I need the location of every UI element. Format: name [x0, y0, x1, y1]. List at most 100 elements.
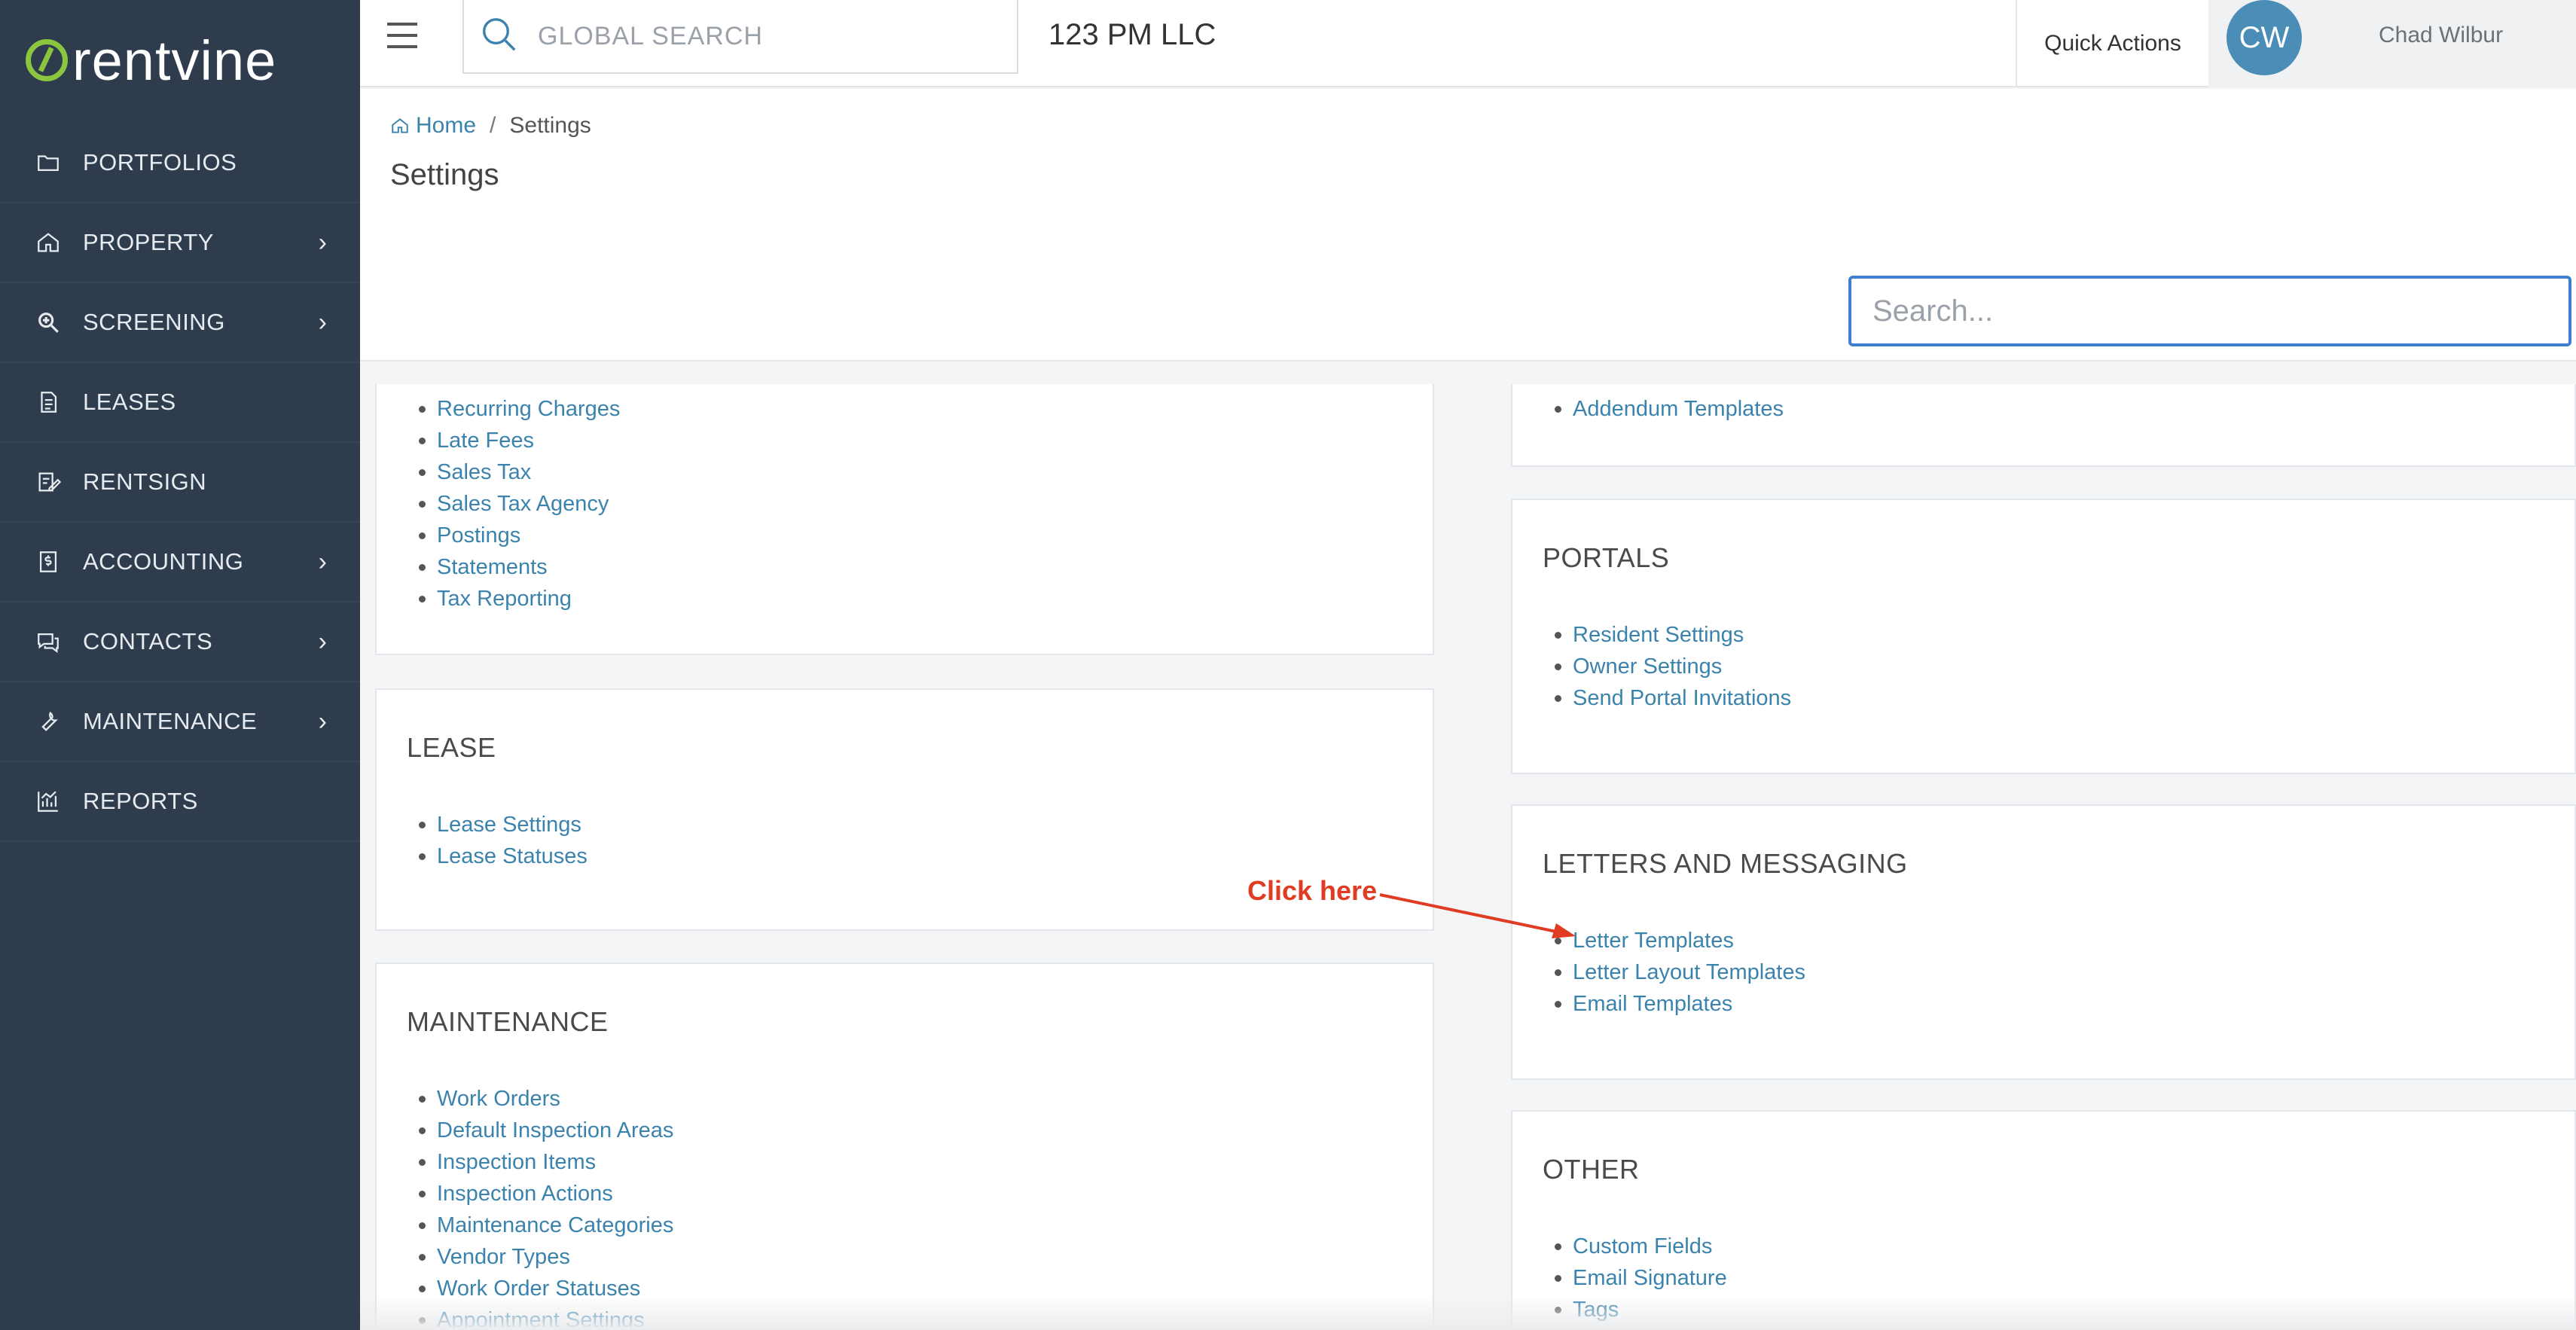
dollar-file-icon [35, 548, 62, 575]
chat-icon [35, 628, 62, 655]
sidebar: rentvine PORTFOLIOS PROPERTY › SCREENING… [0, 0, 360, 1330]
link-list: Work Orders Default Inspection Areas Ins… [418, 1083, 673, 1330]
link-list: Lease Settings Lease Statuses [419, 809, 588, 872]
sidebar-item-label: LEASES [83, 389, 176, 415]
top-bar: GLOBAL SEARCH 123 PM LLC Quick Actions C… [360, 0, 2576, 87]
link-late-fees[interactable]: Late Fees [418, 425, 620, 456]
search-plus-icon [35, 309, 62, 336]
sidebar-item-label: ACCOUNTING [83, 548, 244, 575]
logo-text: rentvine [72, 29, 277, 92]
link-email-templates[interactable]: Email Templates [1555, 988, 1805, 1020]
settings-card-accounting: Recurring Charges Late Fees Sales Tax Sa… [375, 384, 1434, 655]
link-tags[interactable]: Tags [1555, 1294, 1727, 1325]
sign-icon [35, 468, 62, 496]
link-owner-settings[interactable]: Owner Settings [1554, 651, 1791, 682]
sidebar-item-label: MAINTENANCE [83, 708, 258, 734]
card-title: OTHER [1543, 1154, 1640, 1185]
sidebar-item-accounting[interactable]: ACCOUNTING › [0, 523, 360, 602]
link-letter-layout-templates[interactable]: Letter Layout Templates [1555, 956, 1805, 988]
link-resident-settings[interactable]: Resident Settings [1554, 619, 1791, 651]
link-list: Letter Templates Letter Layout Templates… [1555, 925, 1805, 1020]
breadcrumb: Home / Settings [390, 113, 591, 139]
sidebar-item-portfolios[interactable]: PORTFOLIOS [0, 124, 360, 203]
user-name[interactable]: Chad Wilbur [2379, 23, 2503, 48]
sidebar-item-property[interactable]: PROPERTY › [0, 203, 360, 283]
link-recurring-charges[interactable]: Recurring Charges [418, 393, 620, 425]
folder-icon [35, 149, 62, 176]
settings-card-other: OTHER Custom Fields Email Signature Tags [1511, 1110, 2576, 1330]
breadcrumb-current: Settings [509, 113, 591, 138]
link-lease-settings[interactable]: Lease Settings [419, 809, 588, 840]
breadcrumb-home-link[interactable]: Home [390, 113, 476, 139]
link-tax-reporting[interactable]: Tax Reporting [418, 583, 620, 615]
sidebar-item-label: RENTSIGN [83, 468, 207, 495]
page-header: Home / Settings Settings [360, 89, 2576, 361]
rentvine-logo[interactable]: rentvine [26, 29, 276, 92]
card-title: MAINTENANCE [407, 1006, 609, 1037]
sidebar-item-label: PORTFOLIOS [83, 149, 237, 175]
global-search-placeholder: GLOBAL SEARCH [538, 21, 763, 50]
wrench-icon [35, 708, 62, 735]
home-icon [35, 229, 62, 256]
chevron-right-icon: › [318, 547, 327, 576]
settings-card-addendum: Addendum Templates [1511, 384, 2576, 467]
card-title: LEASE [407, 732, 496, 763]
link-lease-statuses[interactable]: Lease Statuses [419, 840, 588, 872]
link-work-order-statuses[interactable]: Work Order Statuses [418, 1273, 673, 1304]
link-sales-tax-agency[interactable]: Sales Tax Agency [418, 488, 620, 520]
link-postings[interactable]: Postings [418, 520, 620, 551]
sidebar-item-rentsign[interactable]: RENTSIGN [0, 443, 360, 523]
link-list: Custom Fields Email Signature Tags [1555, 1231, 1727, 1325]
quick-actions-button[interactable]: Quick Actions [2016, 0, 2208, 87]
sidebar-item-maintenance[interactable]: MAINTENANCE › [0, 682, 360, 762]
sidebar-item-label: PROPERTY [83, 229, 214, 255]
card-title: LETTERS AND MESSAGING [1543, 848, 1908, 879]
link-send-portal-invitations[interactable]: Send Portal Invitations [1554, 682, 1791, 714]
home-icon [392, 118, 408, 133]
sidebar-item-label: SCREENING [83, 309, 225, 335]
sidebar-item-reports[interactable]: REPORTS [0, 762, 360, 842]
click-here-annotation: Click here [1247, 875, 1378, 906]
sidebar-item-label: REPORTS [83, 788, 198, 814]
document-icon [35, 389, 62, 416]
link-vendor-types[interactable]: Vendor Types [418, 1241, 673, 1273]
link-appointment-settings[interactable]: Appointment Settings [418, 1304, 673, 1330]
settings-search-input[interactable] [1848, 276, 2571, 346]
menu-icon[interactable] [387, 23, 417, 48]
link-inspection-items[interactable]: Inspection Items [418, 1146, 673, 1178]
link-list: Addendum Templates [1555, 393, 1784, 425]
page-title: Settings [390, 158, 499, 191]
link-statements[interactable]: Statements [418, 551, 620, 583]
chevron-right-icon: › [318, 227, 327, 257]
search-icon [479, 14, 520, 59]
breadcrumb-separator: / [490, 113, 496, 138]
settings-card-letters-and-messaging: LETTERS AND MESSAGING Letter Templates L… [1511, 804, 2576, 1080]
leaf-icon [26, 39, 68, 81]
avatar[interactable]: CW [2227, 0, 2302, 75]
link-work-orders[interactable]: Work Orders [418, 1083, 673, 1115]
sidebar-item-label: CONTACTS [83, 628, 213, 654]
link-list: Resident Settings Owner Settings Send Po… [1554, 619, 1791, 714]
sidebar-item-contacts[interactable]: CONTACTS › [0, 602, 360, 682]
chevron-right-icon: › [318, 706, 327, 736]
settings-card-maintenance: MAINTENANCE Work Orders Default Inspecti… [375, 962, 1434, 1330]
global-search-input[interactable]: GLOBAL SEARCH [462, 0, 1018, 74]
sidebar-item-screening[interactable]: SCREENING › [0, 283, 360, 363]
link-inspection-actions[interactable]: Inspection Actions [418, 1178, 673, 1210]
link-email-signature[interactable]: Email Signature [1555, 1262, 1727, 1294]
link-maintenance-categories[interactable]: Maintenance Categories [418, 1210, 673, 1241]
settings-content[interactable]: Recurring Charges Late Fees Sales Tax Sa… [360, 384, 2576, 1330]
sidebar-nav: PORTFOLIOS PROPERTY › SCREENING › LEASES [0, 124, 360, 842]
link-letter-templates[interactable]: Letter Templates [1555, 925, 1805, 956]
chevron-right-icon: › [318, 307, 327, 337]
link-default-inspection-areas[interactable]: Default Inspection Areas [418, 1115, 673, 1146]
settings-card-portals: PORTALS Resident Settings Owner Settings… [1511, 499, 2576, 774]
sidebar-item-leases[interactable]: LEASES [0, 363, 360, 443]
link-addendum-templates[interactable]: Addendum Templates [1555, 393, 1784, 425]
link-sales-tax[interactable]: Sales Tax [418, 456, 620, 488]
user-menu[interactable]: CW Chad Wilbur [2208, 0, 2576, 87]
breadcrumb-home-label: Home [416, 113, 477, 138]
chart-icon [35, 788, 62, 815]
link-custom-fields[interactable]: Custom Fields [1555, 1231, 1727, 1262]
card-title: PORTALS [1543, 542, 1670, 573]
